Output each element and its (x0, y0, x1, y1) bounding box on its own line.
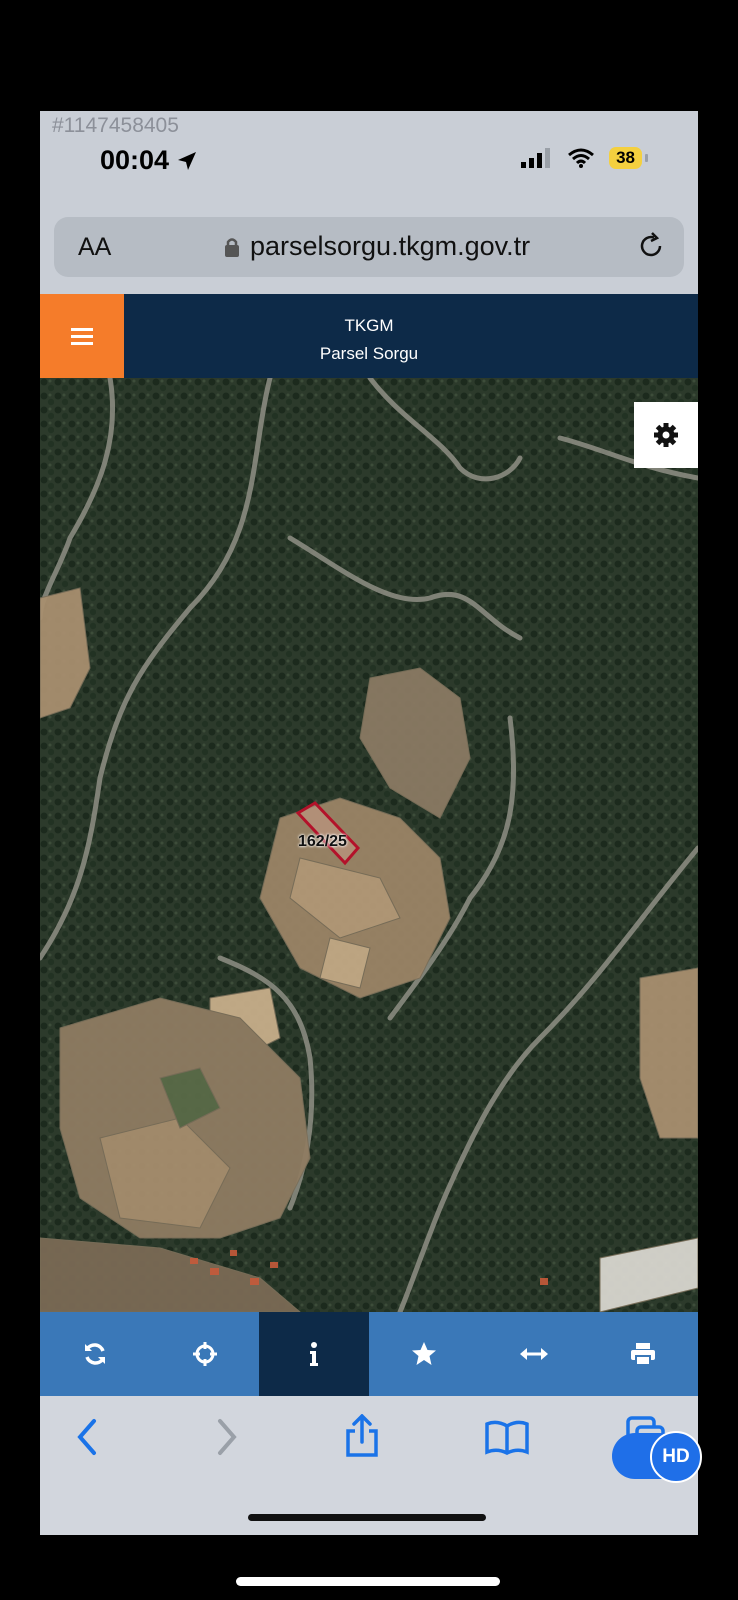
address-bar[interactable]: AA parselsorgu.tkgm.gov.tr (54, 217, 684, 277)
reload-icon[interactable] (636, 231, 666, 261)
star-icon (411, 1342, 436, 1365)
text-size-label: AA (78, 233, 112, 261)
header-title: TKGM (344, 316, 394, 335)
phone-screen: #1147458405 00:04 38 AA parselsorgu.tkgm… (40, 111, 698, 1535)
hd-badge[interactable]: HD (650, 1431, 702, 1483)
bookmarks-icon[interactable] (485, 1420, 529, 1456)
status-icons: 38 (521, 147, 648, 169)
clock: 00:04 (100, 145, 170, 175)
forward-icon[interactable] (216, 1418, 238, 1456)
url-display[interactable]: parselsorgu.tkgm.gov.tr (224, 231, 530, 262)
satellite-imagery (40, 378, 698, 1312)
url-text: parselsorgu.tkgm.gov.tr (250, 231, 531, 261)
gear-icon (654, 423, 678, 447)
header-subtitle: Parsel Sorgu (319, 344, 419, 363)
settings-button[interactable] (634, 402, 698, 468)
lock-icon (225, 237, 239, 257)
satellite-map[interactable]: 162/25 (40, 378, 698, 1312)
measure-button[interactable] (479, 1312, 589, 1396)
back-icon[interactable] (76, 1418, 98, 1456)
info-button[interactable] (259, 1312, 370, 1396)
home-indicator (248, 1514, 486, 1521)
watermark: #1147458405 (52, 114, 179, 137)
share-icon[interactable] (344, 1414, 380, 1458)
cellular-signal-icon (521, 148, 551, 168)
parcel-label: 162/25 (298, 833, 347, 850)
status-time: 00:04 (100, 145, 199, 176)
refresh-button[interactable] (40, 1312, 150, 1396)
print-icon (631, 1343, 656, 1366)
hamburger-icon (71, 328, 93, 345)
print-button[interactable] (588, 1312, 698, 1396)
refresh-icon (84, 1343, 105, 1365)
measure-icon (519, 1348, 548, 1360)
location-arrow-icon (178, 151, 197, 170)
locate-button[interactable] (150, 1312, 260, 1396)
map-toolbar (40, 1312, 698, 1396)
app-header: TKGM Parsel Sorgu (40, 294, 698, 378)
battery-indicator: 38 (609, 147, 648, 169)
favorite-button[interactable] (369, 1312, 479, 1396)
menu-button[interactable] (40, 294, 124, 378)
wifi-icon (568, 148, 595, 168)
text-size-button[interactable]: AA (78, 233, 111, 262)
info-icon (310, 1342, 319, 1366)
locate-icon (192, 1342, 217, 1366)
home-indicator-outer (236, 1577, 500, 1586)
